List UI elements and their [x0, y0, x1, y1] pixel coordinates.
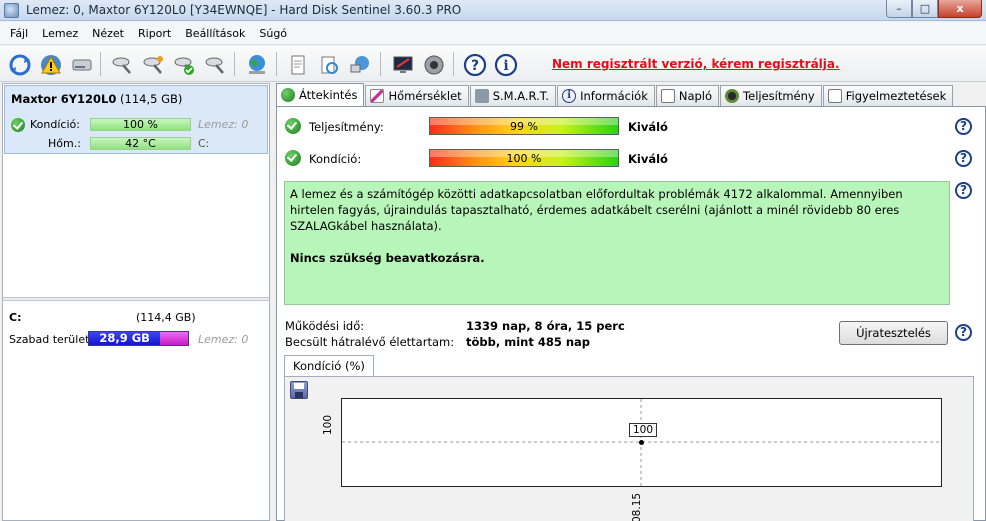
app-icon — [4, 3, 19, 18]
svg-text:i: i — [503, 58, 508, 74]
drive-repair-icon[interactable] — [139, 51, 166, 78]
main-panel: Áttekintés Hőmérséklet S.M.A.R.T. i Info… — [272, 83, 986, 521]
disk-condition-label: Kondíció: — [30, 118, 80, 131]
tab-overview[interactable]: Áttekintés — [276, 83, 365, 106]
remaining-value: több, mint 485 nap — [466, 335, 591, 349]
help-icon[interactable]: ? — [955, 182, 972, 199]
hard-disk-icon[interactable] — [68, 51, 95, 78]
disk-temp-bar: 42 °C — [90, 137, 191, 150]
speedometer-icon — [725, 89, 740, 103]
volume-size: (114,4 GB) — [136, 311, 196, 324]
used-space-fill — [160, 332, 188, 345]
volume-letter: C: — [9, 311, 22, 324]
menu-help[interactable]: Súgó — [252, 27, 294, 40]
help-icon[interactable]: ? — [461, 51, 488, 78]
volume-disk: Lemez: 0 — [198, 333, 249, 346]
disk-card[interactable]: Maxtor 6Y120L0 (114,5 GB) Kondíció: 100 … — [4, 85, 268, 154]
refresh-document-icon[interactable] — [315, 51, 342, 78]
monitor-icon[interactable] — [389, 51, 416, 78]
menu-view[interactable]: Nézet — [85, 27, 131, 40]
chart-data-label: 100 — [629, 423, 658, 437]
free-space-value: 28,9 GB — [89, 332, 161, 345]
tab-temperature[interactable]: Hőmérséklet — [365, 85, 469, 106]
refresh-icon[interactable] — [6, 51, 33, 78]
tab-smart[interactable]: S.M.A.R.T. — [469, 85, 557, 106]
disk-condition-bar: 100 % — [90, 118, 191, 131]
log-document-icon — [660, 89, 675, 103]
condition-chart: 100 100 08.15 — [284, 376, 974, 521]
panel-splitter[interactable] — [3, 297, 269, 301]
tab-bar: Áttekintés Hőmérséklet S.M.A.R.T. i Info… — [276, 83, 954, 106]
disk-condition-disk: Lemez: 0 — [198, 118, 249, 131]
performance-label: Teljesítmény: — [309, 120, 384, 134]
menu-disk[interactable]: Lemez — [35, 27, 85, 40]
window-title: Lemez: 0, Maxtor 6Y120L0 [Y34EWNQE] - Ha… — [26, 3, 462, 17]
report-document-icon[interactable] — [284, 51, 311, 78]
report-text: A lemez és a számítógép közötti adatkapc… — [290, 187, 903, 233]
condition-rating: Kiváló — [628, 152, 668, 166]
condition-meter: 100 % — [429, 149, 619, 167]
remaining-label: Becsült hátralévő élettartam: — [285, 335, 455, 349]
globe-icon[interactable] — [243, 51, 270, 78]
condition-ok-icon — [285, 150, 301, 166]
help-icon[interactable]: ? — [955, 150, 972, 167]
maximize-button[interactable]: □ — [912, 0, 938, 18]
performance-ok-icon — [285, 118, 301, 134]
title-bar: Lemez: 0, Maxtor 6Y120L0 [Y34EWNQE] - Ha… — [0, 0, 986, 21]
menu-bar: Fájl Lemez Nézet Riport Beállítások Súgó — [0, 22, 986, 45]
tab-alerts[interactable]: Figyelmeztetések — [822, 85, 954, 106]
drive-search-icon[interactable] — [201, 51, 228, 78]
disk-list-panel: Maxtor 6Y120L0 (114,5 GB) Kondíció: 100 … — [2, 83, 270, 521]
overview-content: Teljesítmény: 99 % Kiváló ? Kondíció: 10… — [276, 106, 986, 521]
tab-performance[interactable]: Teljesítmény — [720, 85, 822, 106]
network-icon[interactable] — [346, 51, 373, 78]
close-button[interactable]: x — [938, 0, 982, 18]
uptime-label: Működési idő: — [285, 319, 365, 333]
disk-smart-icon — [474, 89, 489, 103]
alert-disk-icon[interactable] — [37, 51, 64, 78]
menu-report[interactable]: Riport — [131, 27, 178, 40]
status-report: A lemez és a számítógép közötti adatkapc… — [284, 181, 950, 305]
info-icon: i — [562, 89, 577, 103]
window-controls: – □ x — [886, 0, 982, 19]
y-tick-label: 100 — [322, 414, 334, 435]
menu-file[interactable]: Fájl — [3, 27, 35, 40]
svg-text:?: ? — [470, 58, 478, 74]
toolbar: ? i Nem regisztrált verzió, kérem regisz… — [0, 46, 986, 82]
free-space-label: Szabad terület — [9, 333, 90, 346]
chart-tab-condition[interactable]: Kondíció (%) — [284, 355, 374, 377]
help-icon[interactable]: ? — [955, 118, 972, 135]
menu-settings[interactable]: Beállítások — [178, 27, 252, 40]
info-icon[interactable]: i — [492, 51, 519, 78]
status-ok-icon — [11, 118, 25, 132]
performance-meter: 99 % — [429, 117, 619, 135]
disk-temp-label: Hőm.: — [48, 137, 81, 150]
register-link[interactable]: Nem regisztrált verzió, kérem regisztrál… — [552, 57, 840, 71]
speaker-icon[interactable] — [420, 51, 447, 78]
x-tick-label: 08.15 — [631, 492, 643, 521]
thermometer-icon — [370, 89, 385, 103]
tab-log[interactable]: Napló — [655, 85, 720, 106]
disk-name: Maxtor 6Y120L0 (114,5 GB) — [11, 92, 183, 106]
alert-document-icon — [827, 89, 842, 103]
volume-card[interactable]: C: (114,4 GB) Szabad terület 28,9 GB Lem… — [4, 304, 268, 352]
drive-test-icon[interactable] — [108, 51, 135, 78]
chart-plot-area: 100 — [341, 398, 942, 487]
retest-button[interactable]: Újratesztelés — [839, 321, 948, 345]
minimize-button[interactable]: – — [886, 0, 912, 18]
performance-rating: Kiváló — [628, 120, 668, 134]
report-action: Nincs szükség beavatkozásra. — [290, 251, 485, 265]
uptime-value: 1339 nap, 8 óra, 15 perc — [466, 319, 625, 333]
condition-label: Kondíció: — [309, 152, 362, 166]
drive-ok-icon[interactable] — [170, 51, 197, 78]
free-space-bar: 28,9 GB — [88, 331, 189, 346]
chart-data-point — [639, 440, 644, 445]
disk-temp-drive: C: — [198, 137, 210, 150]
help-icon[interactable]: ? — [955, 324, 972, 341]
check-icon — [281, 88, 295, 102]
save-icon[interactable] — [290, 381, 308, 399]
tab-information[interactable]: i Információk — [557, 85, 655, 106]
